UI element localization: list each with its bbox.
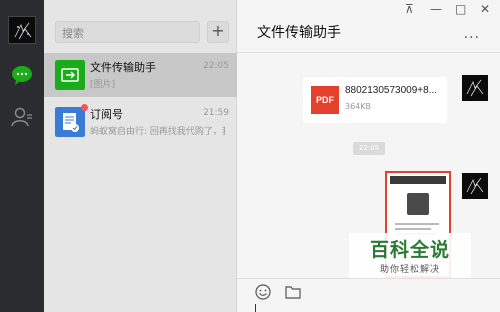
- file-name: 8802130573009+8...: [345, 85, 438, 96]
- chat-item-file-transfer[interactable]: 文件传输助手 22:05 [图片]: [44, 53, 237, 97]
- pdf-icon: PDF: [311, 86, 339, 114]
- unread-dot: [81, 104, 88, 111]
- time-divider: 22:05: [353, 142, 385, 155]
- nav-rail: [0, 0, 44, 312]
- chat-name: 文件传输助手: [90, 62, 156, 74]
- file-size: 364KB: [345, 102, 372, 111]
- watermark-overlay: 百科全说 助你轻松解决: [349, 233, 471, 278]
- chat-time: 21:59: [203, 108, 229, 118]
- conversation-title: 文件传输助手: [257, 24, 341, 40]
- chat-icon[interactable]: [10, 64, 34, 86]
- subscription-icon: [55, 107, 85, 137]
- file-message[interactable]: PDF 8802130573009+8... 364KB: [303, 77, 447, 123]
- watermark-subtitle: 助你轻松解决: [379, 265, 440, 275]
- chat-item-subscription[interactable]: 订阅号 21:59 蚂蚁窝自由行: 回再找我代购了，我们真的...: [44, 100, 237, 144]
- chat-name: 订阅号: [90, 109, 123, 121]
- add-chat-button[interactable]: +: [207, 21, 229, 43]
- more-options-button[interactable]: ...: [464, 26, 480, 42]
- document-icon: [407, 193, 429, 215]
- contacts-icon[interactable]: [10, 106, 34, 128]
- window-controls: ⊼ — □ ✕: [400, 0, 500, 20]
- sender-avatar[interactable]: [462, 75, 488, 101]
- chat-list-panel: 搜索 + 文件传输助手 22:05 [图片] 订阅号 21:59 蚂蚁窝自由行:…: [44, 0, 237, 312]
- message-area[interactable]: PDF 8802130573009+8... 364KB 22:05 百科全说 …: [237, 53, 500, 278]
- emoji-icon[interactable]: [255, 284, 271, 300]
- search-row: 搜索 +: [55, 21, 229, 43]
- chat-preview: [图片]: [90, 80, 116, 90]
- file-transfer-icon: [55, 60, 85, 90]
- user-avatar[interactable]: [8, 16, 36, 44]
- chat-preview: 蚂蚁窝自由行: 回再找我代购了，我们真的...: [90, 127, 225, 137]
- chat-time: 22:05: [203, 61, 229, 71]
- search-input[interactable]: 搜索: [55, 21, 200, 43]
- minimize-button[interactable]: —: [430, 2, 442, 16]
- maximize-button[interactable]: □: [455, 2, 466, 16]
- folder-icon[interactable]: [285, 285, 301, 299]
- text-input-caret[interactable]: [255, 304, 256, 312]
- image-thumbnail-header: [390, 176, 446, 184]
- sender-avatar[interactable]: [462, 173, 488, 199]
- composer-divider: [237, 278, 500, 279]
- pin-button[interactable]: ⊼: [405, 2, 414, 16]
- watermark-title: 百科全说: [369, 239, 450, 261]
- conversation-panel: ⊼ — □ ✕ 文件传输助手 ... PDF 8802130573009+8..…: [237, 0, 500, 312]
- close-button[interactable]: ✕: [480, 2, 490, 16]
